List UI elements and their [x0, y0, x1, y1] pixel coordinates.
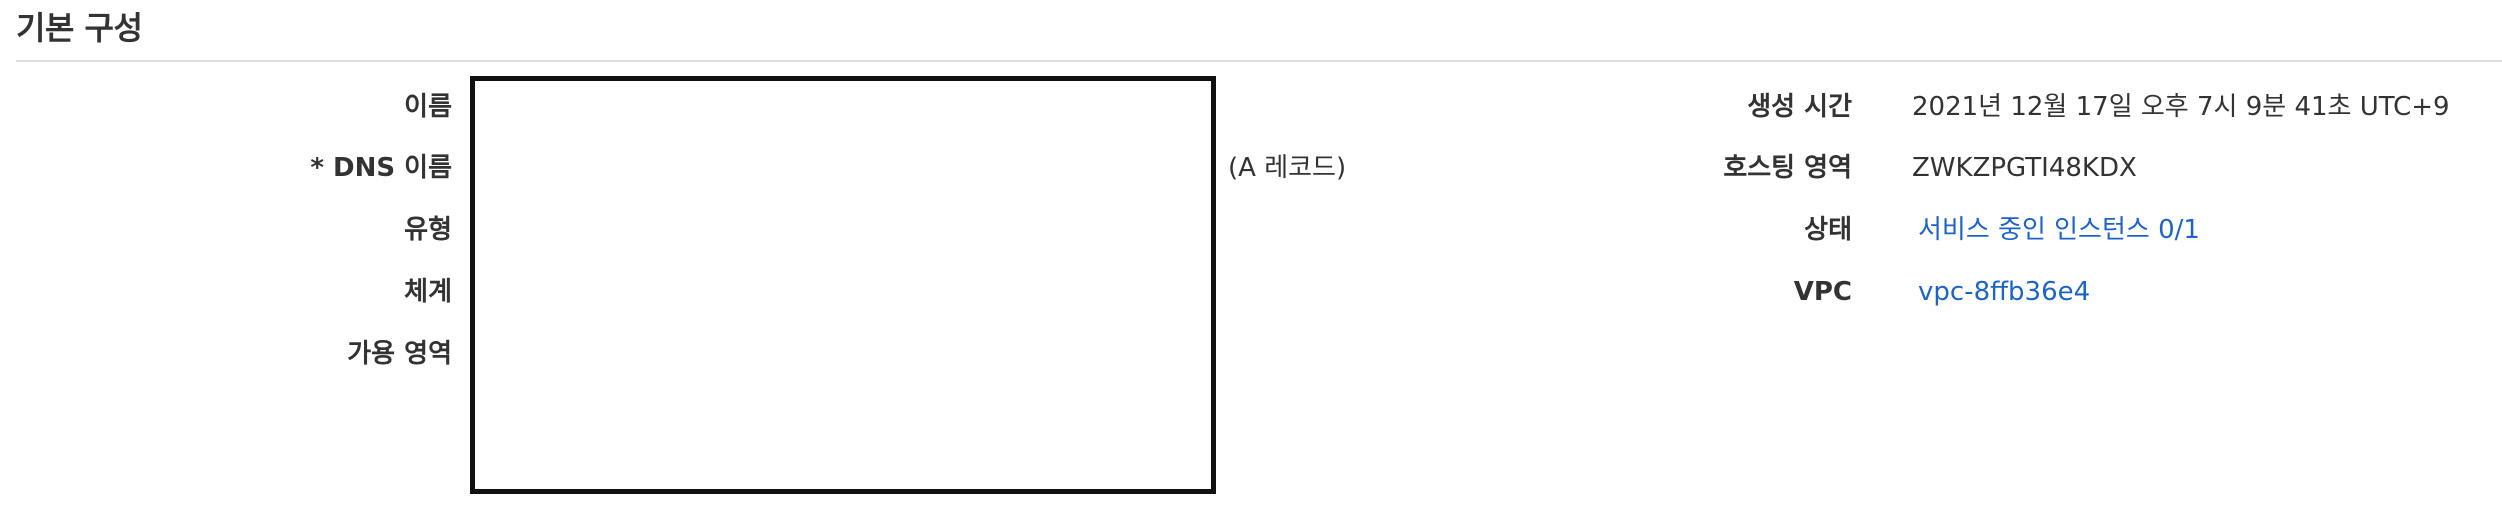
- dns-name-label: * DNS 이름: [310, 153, 452, 183]
- created-time-label: 생성 시간: [1747, 92, 1852, 122]
- hosted-zone-value: ZWKZPGTI48KDX: [1912, 153, 2137, 183]
- redacted-values-box: [470, 76, 1216, 494]
- vpc-label: VPC: [1793, 277, 1852, 307]
- status-label: 상태: [1804, 215, 1852, 245]
- type-label: 유형: [404, 215, 452, 245]
- name-label: 이름: [404, 92, 452, 122]
- section-title: 기본 구성: [16, 9, 143, 47]
- dns-record-type-note: (A 레코드): [1228, 153, 1347, 183]
- scheme-label: 체계: [404, 277, 452, 307]
- instances-in-service-link[interactable]: 서비스 중인 인스턴스 0/1: [1918, 212, 2200, 248]
- created-time-value: 2021년 12월 17일 오후 7시 9분 41초 UTC+9: [1912, 92, 2450, 122]
- availability-zone-label: 가용 영역: [347, 339, 452, 369]
- section-divider: [16, 60, 2502, 62]
- vpc-link[interactable]: vpc-8ffb36e4: [1918, 274, 2090, 310]
- hosted-zone-label: 호스팅 영역: [1723, 153, 1852, 183]
